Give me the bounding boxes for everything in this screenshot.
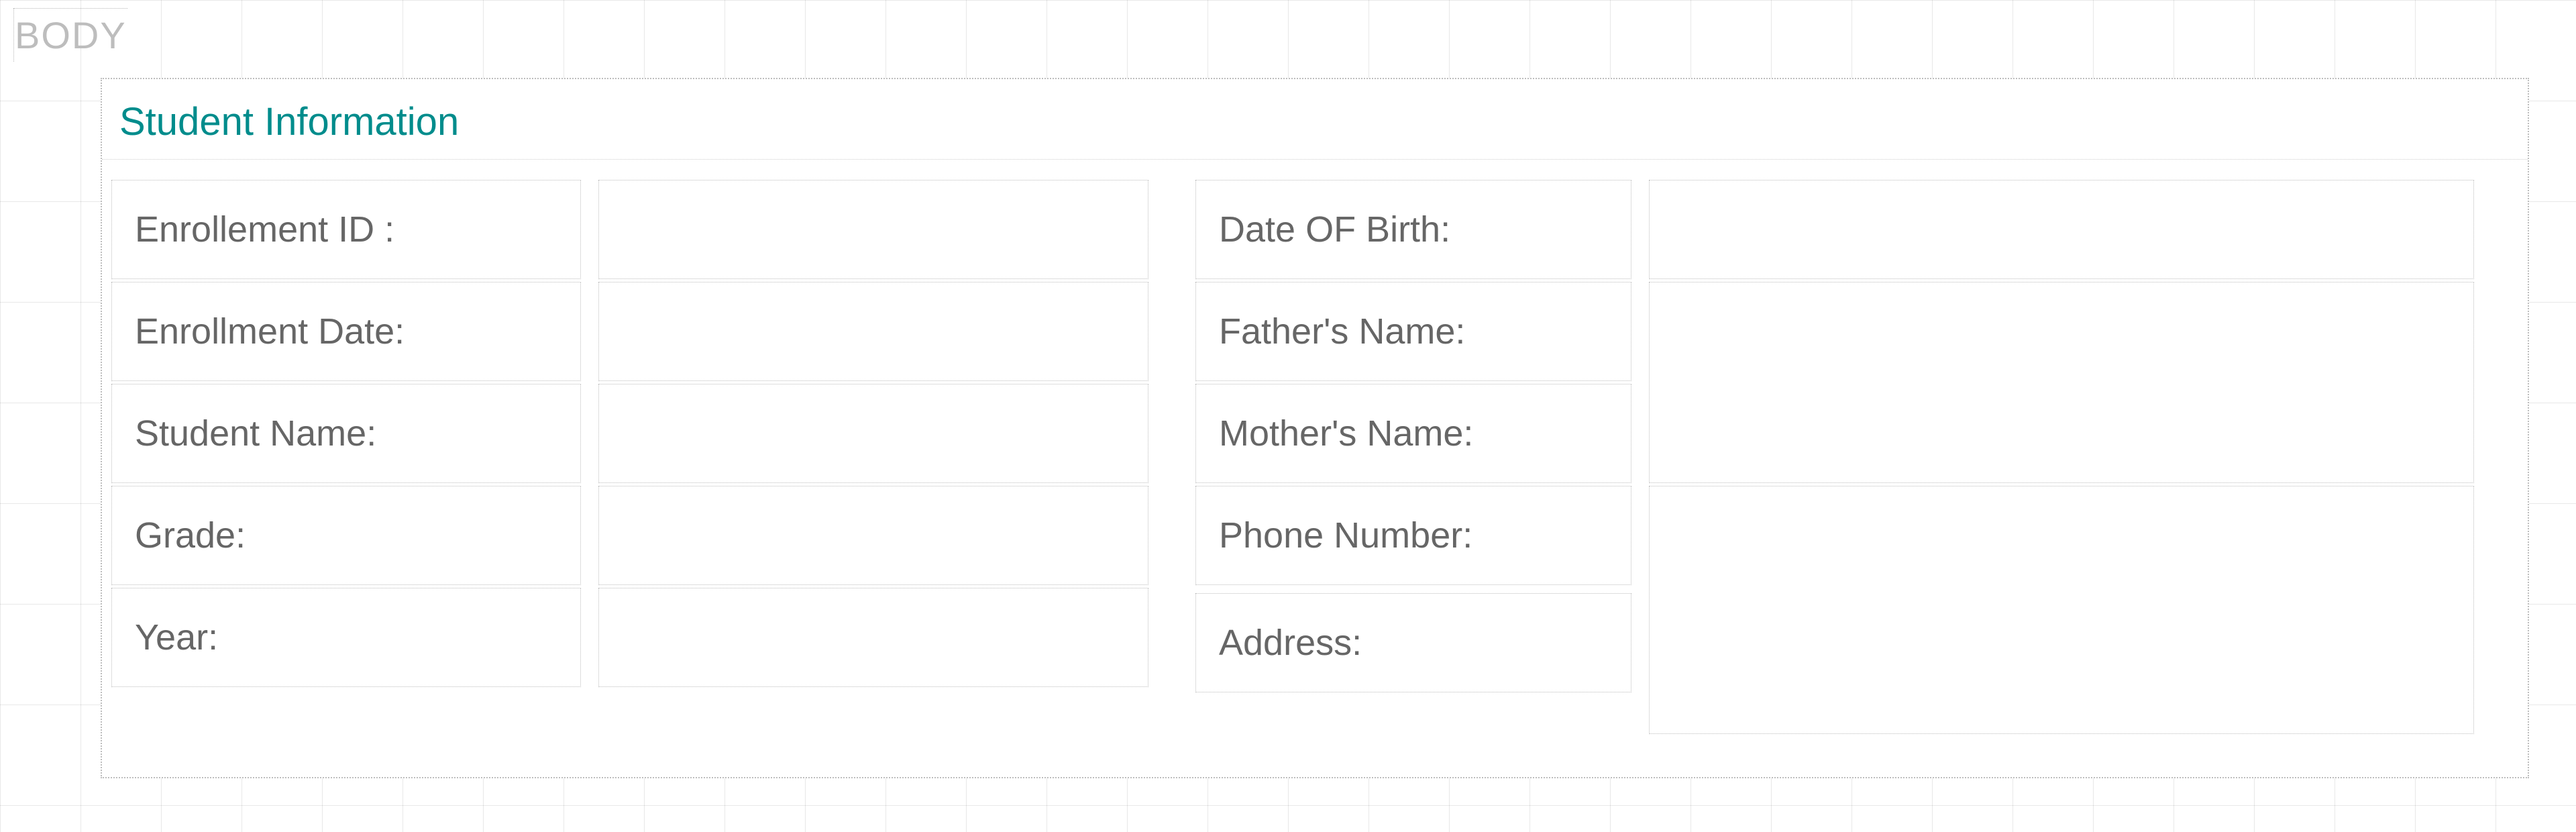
value-student-name[interactable] (598, 384, 1148, 483)
value-year[interactable] (598, 588, 1148, 687)
student-information-panel[interactable]: Student Information Enrollement ID : Enr… (101, 78, 2529, 778)
label-mother-name[interactable]: Mother's Name: (1195, 384, 1631, 483)
label-enrollment-date[interactable]: Enrollment Date: (111, 282, 581, 381)
value-enrollment-date[interactable] (598, 282, 1148, 381)
value-father-mother[interactable] (1649, 282, 2474, 483)
label-enrollment-id[interactable]: Enrollement ID : (111, 180, 581, 279)
value-phone-address[interactable] (1649, 486, 2474, 734)
label-grade[interactable]: Grade: (111, 486, 581, 585)
section-title: Student Information (102, 79, 2528, 160)
body-tag-label: BODY (15, 13, 127, 57)
label-year[interactable]: Year: (111, 588, 581, 687)
label-address[interactable]: Address: (1195, 593, 1631, 692)
value-dob[interactable] (1649, 180, 2474, 279)
label-student-name[interactable]: Student Name: (111, 384, 581, 483)
fields-columns: Enrollement ID : Enrollment Date: Studen… (102, 160, 2528, 737)
left-labels-column: Enrollement ID : Enrollment Date: Studen… (111, 180, 581, 737)
label-father-name[interactable]: Father's Name: (1195, 282, 1631, 381)
value-grade[interactable] (598, 486, 1148, 585)
label-dob[interactable]: Date OF Birth: (1195, 180, 1631, 279)
value-enrollment-id[interactable] (598, 180, 1148, 279)
right-labels-column: Date OF Birth: Father's Name: Mother's N… (1195, 180, 1631, 737)
label-phone[interactable]: Phone Number: (1195, 486, 1631, 585)
right-values-column (1649, 180, 2474, 737)
left-values-column (598, 180, 1148, 737)
